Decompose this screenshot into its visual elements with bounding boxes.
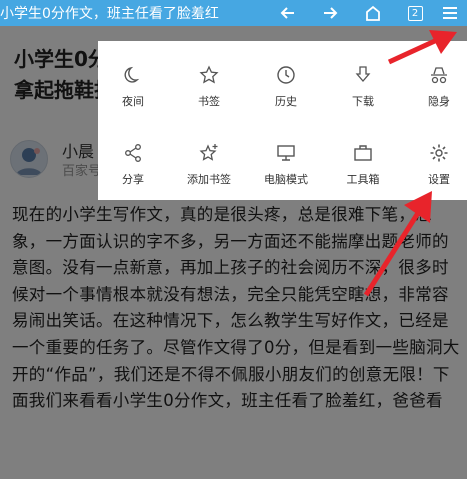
page-title[interactable]: 小学生0分作文，班主任看了脸羞红	[0, 3, 262, 23]
add-bookmark-icon	[199, 144, 218, 161]
menu-item-desktop-mode[interactable]: 电脑模式	[254, 143, 318, 187]
menu-item-incognito[interactable]: 隐身	[407, 65, 467, 109]
menu-item-label: 夜间	[122, 95, 144, 108]
moon-icon	[124, 66, 140, 83]
menu-item-bookmarks[interactable]: 书签	[177, 65, 241, 109]
menu-item-share[interactable]: 分享	[101, 143, 165, 187]
tabs-icon[interactable]: 2	[405, 3, 425, 23]
menu-item-label: 历史	[275, 95, 297, 108]
share-icon	[125, 144, 141, 162]
home-icon[interactable]	[363, 3, 383, 23]
menu-item-download[interactable]: 下载	[331, 65, 395, 109]
menu-item-toolbox[interactable]: 工具箱	[331, 143, 395, 187]
menu-item-label: 书签	[198, 95, 220, 108]
menu-item-label: 添加书签	[187, 173, 231, 186]
download-icon	[355, 66, 371, 82]
settings-gear-icon	[430, 144, 448, 162]
red-arrow-annotation-menu	[387, 30, 457, 65]
menu-item-label: 分享	[122, 173, 144, 186]
star-icon	[199, 65, 219, 84]
browser-top-bar: 小学生0分作文，班主任看了脸羞红 2	[0, 0, 467, 26]
menu-item-label: 下载	[352, 95, 374, 108]
menu-icon[interactable]	[440, 3, 460, 23]
red-arrow-annotation-settings	[363, 191, 432, 297]
menu-item-night[interactable]: 夜间	[101, 65, 165, 109]
desktop-icon	[277, 145, 295, 161]
menu-item-label: 隐身	[428, 95, 450, 108]
back-arrow-icon[interactable]	[278, 3, 298, 23]
menu-item-add-bookmark[interactable]: 添加书签	[177, 143, 241, 187]
clock-icon	[277, 66, 295, 84]
menu-item-label: 电脑模式	[264, 173, 308, 186]
toolbox-icon	[354, 145, 372, 161]
tabs-count: 2	[407, 5, 423, 21]
menu-item-settings[interactable]: 设置	[407, 143, 467, 187]
forward-arrow-icon[interactable]	[320, 3, 340, 23]
menu-item-history[interactable]: 历史	[254, 65, 318, 109]
incognito-icon	[431, 67, 447, 84]
